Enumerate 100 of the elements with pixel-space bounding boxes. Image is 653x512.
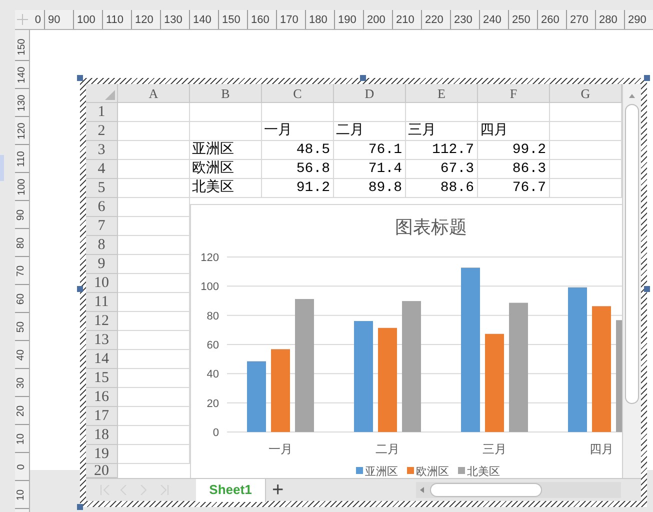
table-cell[interactable]: 86.3 bbox=[478, 160, 550, 179]
select-all-icon[interactable] bbox=[105, 90, 115, 100]
ruler-label: 70 bbox=[17, 264, 27, 276]
y-tick-label: 40 bbox=[206, 368, 219, 381]
table-cell[interactable]: 三月 bbox=[406, 122, 478, 141]
ruler-label: 0 bbox=[34, 13, 42, 28]
row-header[interactable]: 7 bbox=[86, 217, 118, 236]
ruler-label: 90 bbox=[44, 10, 73, 29]
row-header[interactable]: 16 bbox=[86, 388, 118, 407]
ruler-label: 220 bbox=[421, 10, 450, 29]
table-cell[interactable] bbox=[190, 103, 262, 122]
row-header[interactable]: 12 bbox=[86, 312, 118, 331]
row-header[interactable]: 2 bbox=[86, 122, 118, 141]
y-tick-label: 80 bbox=[206, 310, 219, 322]
ruler-label: 130 bbox=[17, 94, 27, 111]
column-header[interactable]: F bbox=[478, 84, 550, 102]
table-cell[interactable]: 76.7 bbox=[478, 179, 550, 198]
ruler-label: 100 bbox=[73, 10, 102, 29]
ruler-label: 270 bbox=[566, 10, 595, 29]
row-header[interactable]: 14 bbox=[86, 350, 118, 369]
ruler-label: 0 bbox=[17, 464, 27, 470]
scroll-up-icon[interactable] bbox=[629, 94, 635, 98]
table-cell[interactable]: 88.6 bbox=[406, 179, 478, 198]
ruler-label: 20 bbox=[17, 404, 27, 416]
table-cell[interactable]: 71.4 bbox=[334, 160, 406, 179]
ruler-label: 120 bbox=[17, 122, 27, 139]
table-cell[interactable]: 48.5 bbox=[262, 141, 334, 160]
bar bbox=[247, 361, 266, 432]
column-header[interactable]: D bbox=[334, 84, 406, 102]
vertical-scrollbar[interactable] bbox=[622, 84, 641, 478]
scroll-left-icon[interactable] bbox=[420, 487, 424, 493]
table-cell[interactable]: 76.1 bbox=[334, 141, 406, 160]
row-header[interactable]: 5 bbox=[86, 179, 118, 198]
ruler-label: 160 bbox=[247, 10, 276, 29]
ruler-label: 90 bbox=[17, 208, 27, 220]
table-cell[interactable]: 一月 bbox=[262, 122, 334, 141]
table-cell[interactable] bbox=[118, 141, 190, 160]
row-header[interactable]: 13 bbox=[86, 331, 118, 350]
row-header[interactable]: 9 bbox=[86, 255, 118, 274]
table-cell[interactable]: 99.2 bbox=[478, 141, 550, 160]
x-category-label: 四月 bbox=[590, 442, 614, 456]
y-tick-label: 100 bbox=[200, 281, 219, 294]
resize-handle[interactable] bbox=[77, 286, 83, 292]
table-cell[interactable] bbox=[190, 122, 262, 141]
row-header[interactable]: 10 bbox=[86, 274, 118, 293]
table-cell[interactable]: 89.8 bbox=[334, 179, 406, 198]
column-header[interactable]: E bbox=[406, 84, 478, 102]
row-header[interactable]: 4 bbox=[86, 160, 118, 179]
column-header[interactable]: A bbox=[118, 84, 190, 102]
table-cell[interactable] bbox=[262, 103, 334, 122]
row-header[interactable]: 20 bbox=[86, 464, 118, 478]
scrollbar-thumb[interactable] bbox=[430, 483, 542, 497]
ruler-label: 110 bbox=[102, 10, 131, 29]
row-header[interactable]: 6 bbox=[86, 198, 118, 217]
scrollbar-thumb[interactable] bbox=[625, 104, 639, 404]
resize-handle[interactable] bbox=[77, 75, 83, 81]
resize-handle[interactable] bbox=[644, 75, 650, 81]
column-header[interactable]: B bbox=[190, 84, 262, 102]
x-category-label: 三月 bbox=[482, 442, 506, 456]
table-cell[interactable]: 四月 bbox=[478, 122, 550, 141]
resize-handle[interactable] bbox=[360, 75, 366, 81]
ruler-label: 110 bbox=[17, 150, 27, 166]
table-cell[interactable]: 北美区 bbox=[190, 179, 262, 198]
ruler-label: 150 bbox=[218, 10, 247, 29]
y-tick-label: 0 bbox=[212, 427, 219, 439]
table-cell[interactable] bbox=[118, 160, 190, 179]
ruler-label: 290 bbox=[624, 10, 653, 29]
row-header[interactable]: 18 bbox=[86, 426, 118, 445]
row-header[interactable]: 19 bbox=[86, 445, 118, 464]
ruler-label: 130 bbox=[160, 10, 189, 29]
table-cell[interactable] bbox=[118, 122, 190, 141]
row-header[interactable]: 8 bbox=[86, 236, 118, 255]
table-cell[interactable]: 56.8 bbox=[262, 160, 334, 179]
table-cell[interactable] bbox=[118, 103, 190, 122]
resize-handle[interactable] bbox=[77, 504, 83, 510]
table-cell[interactable]: 91.2 bbox=[262, 179, 334, 198]
table-cell[interactable]: 112.7 bbox=[406, 141, 478, 160]
row-header[interactable]: 11 bbox=[86, 293, 118, 312]
x-category-label: 二月 bbox=[376, 442, 400, 456]
embedded-object-frame[interactable] bbox=[80, 78, 647, 507]
row-header[interactable]: 1 bbox=[86, 103, 118, 122]
ruler-label: 140 bbox=[189, 10, 218, 29]
table-cell[interactable] bbox=[334, 103, 406, 122]
resize-handle[interactable] bbox=[644, 286, 650, 292]
ruler-label: 60 bbox=[17, 292, 27, 304]
table-cell[interactable] bbox=[478, 103, 550, 122]
sheet-tab[interactable]: Sheet1 bbox=[196, 478, 266, 502]
table-cell[interactable]: 二月 bbox=[334, 122, 406, 141]
horizontal-scrollbar[interactable] bbox=[416, 482, 621, 498]
table-cell[interactable]: 67.3 bbox=[406, 160, 478, 179]
row-header[interactable]: 17 bbox=[86, 407, 118, 426]
table-cell[interactable] bbox=[406, 103, 478, 122]
ruler-label: 40 bbox=[17, 348, 27, 360]
add-sheet-button[interactable]: + bbox=[272, 480, 284, 500]
table-cell[interactable]: 亚洲区 bbox=[190, 141, 262, 160]
row-header[interactable]: 15 bbox=[86, 369, 118, 388]
row-header[interactable]: 3 bbox=[86, 141, 118, 160]
table-cell[interactable]: 欧洲区 bbox=[190, 160, 262, 179]
column-header[interactable]: C bbox=[262, 84, 334, 102]
table-cell[interactable] bbox=[118, 179, 190, 198]
